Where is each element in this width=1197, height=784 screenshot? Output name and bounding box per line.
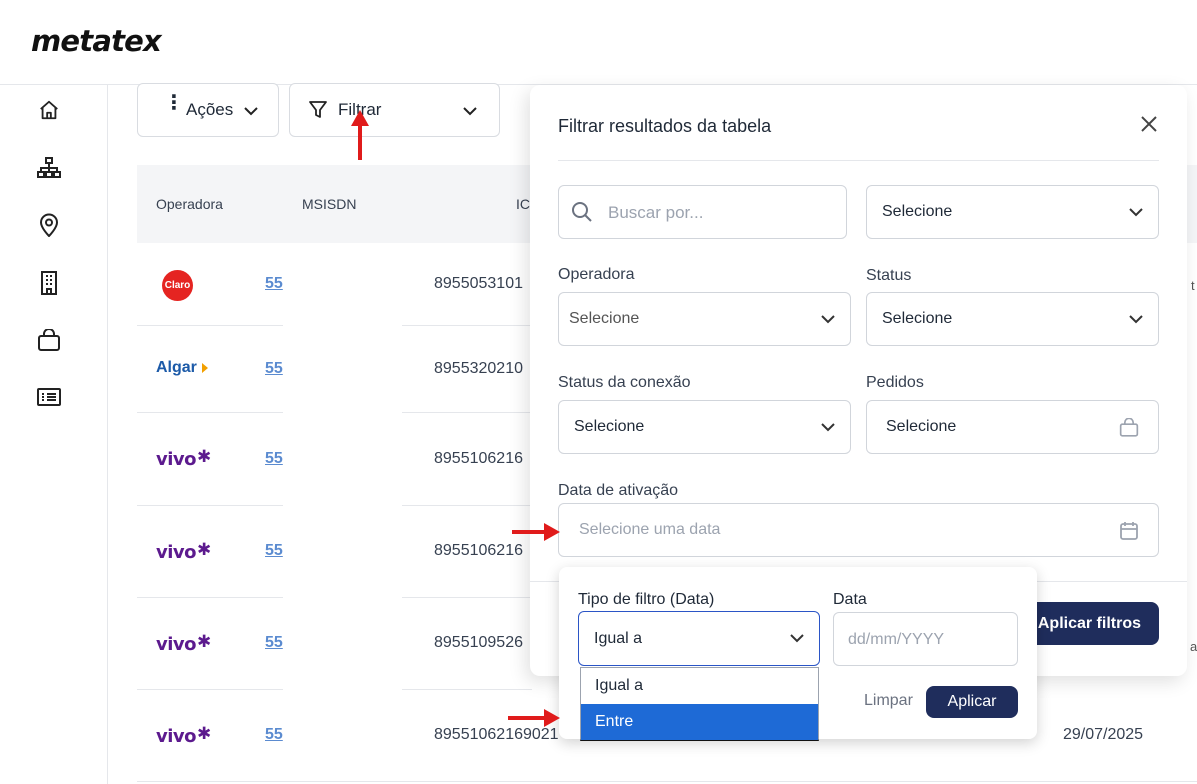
row-divider <box>137 412 283 413</box>
location-pin-icon[interactable] <box>37 213 61 237</box>
chevron-down-icon <box>821 423 835 432</box>
iccid-value: 8955106216 <box>434 542 523 559</box>
chevron-down-icon <box>790 634 804 643</box>
actions-button[interactable]: ⋮ Ações <box>137 83 279 137</box>
top-bar: metatex <box>0 0 1197 85</box>
vivo-figure-icon: ✱ <box>197 724 212 743</box>
activation-date: 29/07/2025 <box>1063 726 1144 743</box>
search-input[interactable]: Buscar por... <box>558 185 847 239</box>
row-divider <box>402 412 532 413</box>
iccid-value: 8955053101 <box>434 275 523 292</box>
data-ativacao-label: Data de ativação <box>558 482 679 499</box>
pedidos-select[interactable]: Selecione <box>866 400 1159 454</box>
conexao-value: Selecione <box>574 418 645 435</box>
close-icon[interactable] <box>1137 112 1161 136</box>
search-scope-select[interactable]: Selecione <box>866 185 1159 239</box>
list-icon[interactable] <box>37 385 61 409</box>
sidebar <box>0 85 108 784</box>
claro-logo: Claro <box>162 270 193 301</box>
filter-type-label: Tipo de filtro (Data) <box>578 591 715 608</box>
filter-type-options: Igual a Entre <box>580 667 819 741</box>
row-divider <box>137 781 1197 782</box>
msisdn-link[interactable]: 55 <box>265 450 283 468</box>
column-header-operadora: Operadora <box>156 196 223 212</box>
search-scope-value: Selecione <box>882 203 953 220</box>
search-icon <box>572 202 592 222</box>
truncated-cell: a <box>1190 639 1197 654</box>
msisdn-link[interactable]: 55 <box>265 634 283 652</box>
msisdn-link[interactable]: 55 <box>265 275 283 293</box>
msisdn-link[interactable]: 55 <box>265 360 283 378</box>
column-header-msisdn: MSISDN <box>302 196 357 212</box>
operadora-select[interactable]: Selecione <box>558 292 851 346</box>
row-divider <box>402 689 532 690</box>
algar-mark-icon <box>202 363 208 373</box>
conexao-select[interactable]: Selecione <box>558 400 851 454</box>
annotation-arrow-icon <box>351 110 369 160</box>
msisdn-link[interactable]: 55 <box>265 542 283 560</box>
chevron-down-icon <box>1129 315 1143 324</box>
chevron-down-icon <box>463 107 477 116</box>
iccid-value: 8955106216 <box>434 450 523 467</box>
filter-button[interactable]: Filtrar <box>289 83 500 137</box>
chevron-down-icon <box>821 315 835 324</box>
operadora-value: Selecione <box>569 310 640 327</box>
status-label: Status <box>866 267 912 284</box>
hierarchy-icon[interactable] <box>37 156 61 180</box>
option-entre[interactable]: Entre <box>581 704 818 740</box>
shopping-bag-icon <box>1119 418 1139 437</box>
date-label: Data <box>833 591 867 608</box>
row-divider <box>137 505 283 506</box>
row-divider <box>137 597 283 598</box>
truncated-cell: t <box>1191 278 1195 293</box>
date-input-placeholder: dd/mm/YYYY <box>848 631 945 648</box>
msisdn-link[interactable]: 55 <box>265 726 283 744</box>
pedidos-label: Pedidos <box>866 374 924 391</box>
chevron-down-icon <box>1129 208 1143 217</box>
operadora-label: Operadora <box>558 266 635 283</box>
filter-type-value: Igual a <box>594 630 643 647</box>
vivo-logo: vivo <box>156 726 197 747</box>
vivo-figure-icon: ✱ <box>197 540 212 559</box>
pedidos-value: Selecione <box>886 418 957 435</box>
vivo-logo: vivo <box>156 449 197 470</box>
iccid-value: 8955320210 <box>434 360 523 377</box>
metatex-logo[interactable]: metatex <box>31 24 162 58</box>
panel-title: Filtrar resultados da tabela <box>558 116 772 136</box>
shopping-bag-icon[interactable] <box>37 328 61 352</box>
date-picker-input[interactable]: Selecione uma data <box>558 503 1159 557</box>
annotation-arrow-icon <box>508 709 560 727</box>
building-icon[interactable] <box>37 271 61 295</box>
vivo-logo: vivo <box>156 634 197 655</box>
row-divider <box>402 325 532 326</box>
filter-type-select[interactable]: Igual a <box>578 611 820 666</box>
vivo-logo: vivo <box>156 542 197 563</box>
apply-button[interactable]: Aplicar <box>926 686 1018 718</box>
option-igual-a[interactable]: Igual a <box>581 668 818 704</box>
actions-label: Ações <box>186 100 234 119</box>
calendar-icon <box>1120 522 1138 540</box>
conexao-label: Status da conexão <box>558 374 691 391</box>
chevron-down-icon <box>244 107 258 116</box>
algar-logo: Algar <box>156 359 197 376</box>
vivo-figure-icon: ✱ <box>197 632 212 651</box>
row-divider <box>402 505 532 506</box>
date-placeholder: Selecione uma data <box>579 521 721 538</box>
row-divider <box>137 689 283 690</box>
vivo-figure-icon: ✱ <box>197 447 212 466</box>
home-icon[interactable] <box>37 98 61 122</box>
kebab-icon: ⋮ <box>164 92 184 114</box>
status-value: Selecione <box>882 310 953 327</box>
funnel-icon <box>309 101 327 118</box>
row-divider <box>402 597 532 598</box>
clear-button[interactable]: Limpar <box>864 692 913 710</box>
annotation-arrow-icon <box>512 523 560 541</box>
status-select[interactable]: Selecione <box>866 292 1159 346</box>
row-divider <box>137 325 283 326</box>
iccid-value: 8955109526 <box>434 634 523 651</box>
column-header-iccid: IC <box>516 196 530 212</box>
panel-divider <box>558 160 1159 161</box>
date-input[interactable]: dd/mm/YYYY <box>833 612 1018 666</box>
search-placeholder: Buscar por... <box>608 203 704 222</box>
